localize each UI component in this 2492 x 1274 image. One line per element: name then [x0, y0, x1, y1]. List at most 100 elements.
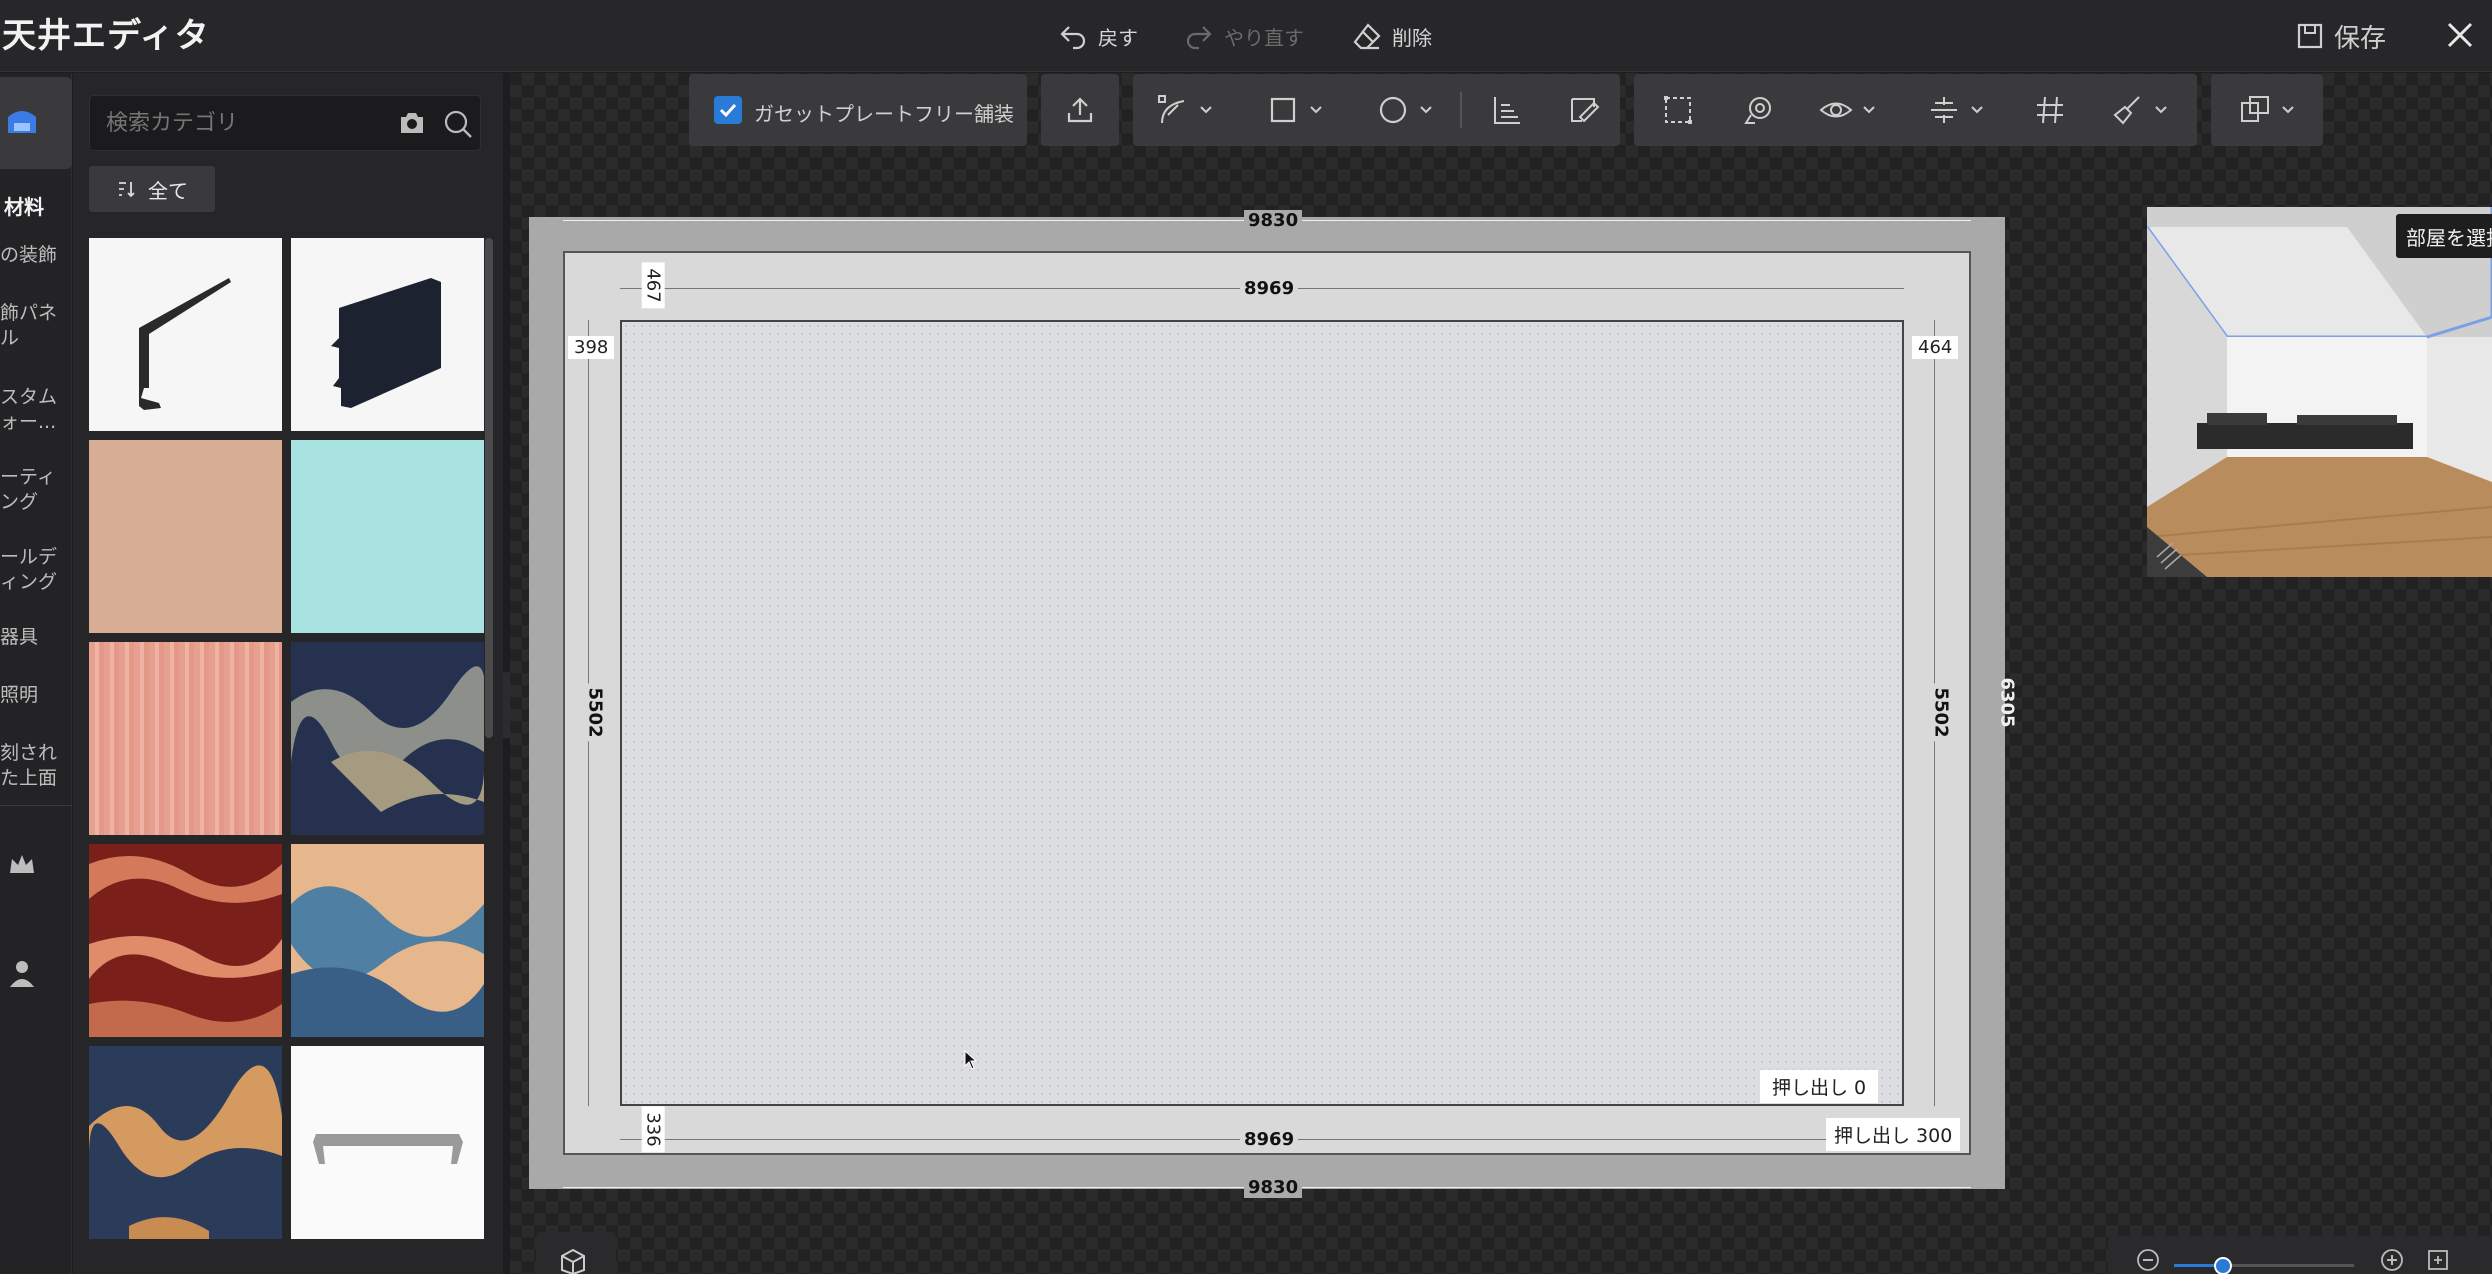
- fit-view-icon[interactable]: [2426, 1248, 2450, 1272]
- extrude-inner-field[interactable]: 押し出し 0: [1760, 1070, 1879, 1103]
- red-wave-art-image: [89, 856, 282, 1037]
- select-area-button[interactable]: [1646, 74, 1710, 146]
- extrude-outer-field[interactable]: 押し出し 300: [1826, 1118, 1961, 1151]
- search-icon[interactable]: [442, 108, 474, 140]
- chevron-down-icon[interactable]: [1861, 102, 1877, 118]
- zoom-in-icon[interactable]: [2380, 1248, 2404, 1272]
- material-tile[interactable]: [89, 642, 282, 835]
- rail-item[interactable]: ーティ ング: [0, 465, 72, 515]
- paint-brush-button[interactable]: [2102, 74, 2178, 146]
- rectangle-icon: [1270, 97, 1296, 123]
- rail-item[interactable]: 照明: [0, 683, 72, 708]
- 3d-room-preview[interactable]: [2147, 207, 2492, 577]
- select-room-tooltip[interactable]: 部屋を選択: [2396, 214, 2492, 258]
- toolbar-divider: [1460, 92, 1462, 128]
- top-bar: 天井エディタ 戻す やり直す 削除 保存: [0, 0, 2492, 72]
- material-tile[interactable]: [291, 844, 484, 1037]
- save-label: 保存: [2334, 23, 2387, 54]
- zoom-out-icon[interactable]: [2136, 1248, 2160, 1272]
- rail-divider: [0, 805, 72, 806]
- delete-button[interactable]: 削除: [1352, 16, 1432, 56]
- draw-toolbar-group: [1133, 74, 1620, 146]
- lasso-icon: [1744, 97, 1771, 124]
- cube-icon: [561, 1248, 585, 1274]
- material-tile[interactable]: [89, 238, 282, 431]
- material-tile[interactable]: [89, 1046, 282, 1239]
- paint-brush-icon: [2113, 96, 2140, 125]
- material-tile[interactable]: [291, 642, 484, 835]
- redo-icon: [1186, 26, 1212, 50]
- zoom-slider-handle[interactable]: [2214, 1257, 2232, 1274]
- search-input[interactable]: [106, 96, 366, 150]
- dim-outer-right: 6305: [1996, 677, 2018, 728]
- crown-icon[interactable]: [6, 849, 38, 881]
- layers-toolbar-group: [2211, 74, 2323, 146]
- 3d-view-toggle[interactable]: [536, 1232, 616, 1274]
- undo-icon: [1060, 26, 1086, 50]
- panel-scrollbar[interactable]: [485, 238, 493, 738]
- rail-item[interactable]: スタム ォー...: [0, 385, 72, 435]
- eraser-icon: [1353, 23, 1381, 50]
- dim-left-height: 5502: [584, 683, 606, 742]
- visibility-button[interactable]: [1810, 74, 1886, 146]
- pen-curve-icon: [1158, 95, 1185, 124]
- material-tile[interactable]: [291, 238, 484, 431]
- rail-item-materials[interactable]: [0, 77, 72, 169]
- gusset-checkbox[interactable]: [714, 96, 742, 124]
- layers-button[interactable]: [2221, 74, 2313, 146]
- material-tile[interactable]: [89, 440, 282, 633]
- dim-top-offset[interactable]: 467: [641, 262, 665, 309]
- circle-icon: [1379, 96, 1407, 124]
- blue-gold-art-image: [291, 886, 484, 1037]
- chevron-down-icon[interactable]: [1418, 102, 1434, 118]
- rectangle-tool-button[interactable]: [1257, 74, 1333, 146]
- ceiling-surface[interactable]: [620, 320, 1904, 1106]
- redo-label: やり直す: [1224, 25, 1304, 50]
- filter-all-button[interactable]: 全て: [89, 166, 215, 212]
- dim-bottom-offset[interactable]: 336: [641, 1106, 665, 1153]
- grid-toggle-button[interactable]: [2018, 74, 2082, 146]
- rail-item[interactable]: の装飾: [0, 243, 72, 268]
- dim-right-height: 5502: [1930, 683, 1952, 742]
- ceiling-editor-app: 天井エディタ 戻す やり直す 削除 保存 材料 の装飾 飾パネ ル スタム ォー…: [0, 0, 2492, 1274]
- edit-shape-button[interactable]: [1553, 74, 1617, 146]
- grid-hash-icon: [2037, 96, 2063, 124]
- chevron-down-icon[interactable]: [2280, 102, 2296, 118]
- save-button[interactable]: 保存: [2296, 14, 2386, 58]
- panel-profile-image: [331, 278, 441, 408]
- material-tile[interactable]: [291, 440, 484, 633]
- chevron-down-icon[interactable]: [1308, 102, 1324, 118]
- upload-button[interactable]: [1041, 74, 1119, 146]
- chevron-down-icon[interactable]: [1198, 102, 1214, 118]
- delete-label: 削除: [1392, 25, 1432, 50]
- rail-item[interactable]: 刻され た上面: [0, 741, 72, 791]
- gusset-label: ガセットプレートフリー舗装: [754, 102, 1014, 126]
- close-button[interactable]: [2436, 10, 2484, 60]
- material-tile[interactable]: [89, 844, 282, 1037]
- close-icon: [2447, 22, 2473, 48]
- dim-outer-top: 9830: [1244, 210, 1303, 231]
- dim-right-offset[interactable]: 464: [1912, 336, 1959, 359]
- dim-left-offset[interactable]: 398: [568, 336, 615, 359]
- material-panel: 全て: [73, 73, 503, 1274]
- rail-item[interactable]: 飾パネ ル: [0, 301, 72, 351]
- camera-icon[interactable]: [398, 110, 426, 136]
- upload-toolbar-group: [1041, 74, 1119, 146]
- undo-button[interactable]: 戻す: [1058, 16, 1138, 56]
- search-box: [89, 95, 481, 151]
- chevron-down-icon[interactable]: [2153, 102, 2169, 118]
- rail-item[interactable]: 器具: [0, 625, 72, 650]
- edit-shape-icon: [1571, 98, 1600, 123]
- rail-item[interactable]: ールデ ィング: [0, 545, 72, 595]
- eye-icon: [1819, 102, 1853, 118]
- redo-button[interactable]: やり直す: [1184, 16, 1304, 56]
- material-tile[interactable]: [291, 1046, 484, 1239]
- chevron-down-icon[interactable]: [1969, 102, 1985, 118]
- user-icon[interactable]: [6, 957, 38, 989]
- offset-tool-button[interactable]: [1475, 74, 1539, 146]
- lasso-tool-button[interactable]: [1726, 74, 1790, 146]
- align-button[interactable]: [1918, 74, 1994, 146]
- zoom-control: [2108, 1236, 2492, 1274]
- pen-tool-button[interactable]: [1147, 74, 1223, 146]
- circle-tool-button[interactable]: [1367, 74, 1443, 146]
